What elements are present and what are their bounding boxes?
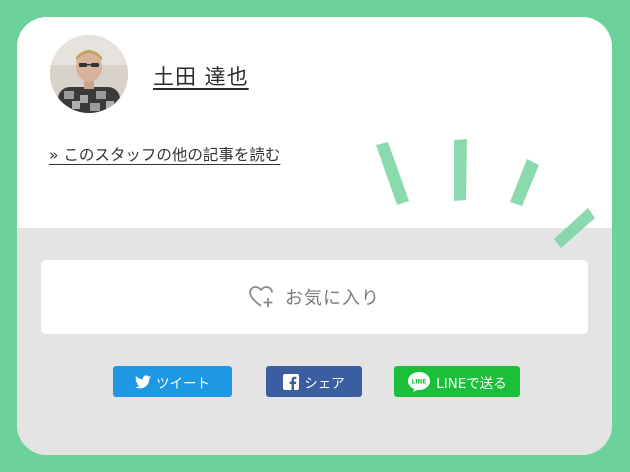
more-articles-link[interactable]: » このスタッフの他の記事を読む — [49, 143, 280, 165]
twitter-bird-icon — [135, 374, 151, 388]
favorite-label: お気に入り — [285, 288, 380, 309]
line-share-button[interactable]: LINE LINEで送る — [394, 366, 520, 397]
svg-text:LINE: LINE — [412, 379, 427, 385]
favorite-button[interactable]: お気に入り — [41, 260, 588, 334]
tweet-button[interactable]: ツイート — [113, 366, 232, 397]
line-icon: LINE — [408, 371, 431, 392]
heart-plus-icon — [249, 286, 273, 307]
author-card: 土田 達也 » このスタッフの他の記事を読む お気に入り ツイート シェア LI… — [17, 17, 612, 455]
facebook-icon — [283, 373, 300, 390]
facebook-share-label: シェア — [304, 375, 345, 392]
avatar-photo — [50, 35, 128, 113]
author-avatar[interactable] — [50, 35, 128, 113]
facebook-share-button[interactable]: シェア — [266, 366, 362, 397]
line-share-label: LINEで送る — [436, 375, 507, 392]
author-name-link[interactable]: 土田 達也 — [153, 61, 249, 91]
tweet-label: ツイート — [156, 375, 210, 392]
author-section: 土田 達也 » このスタッフの他の記事を読む — [17, 17, 612, 228]
